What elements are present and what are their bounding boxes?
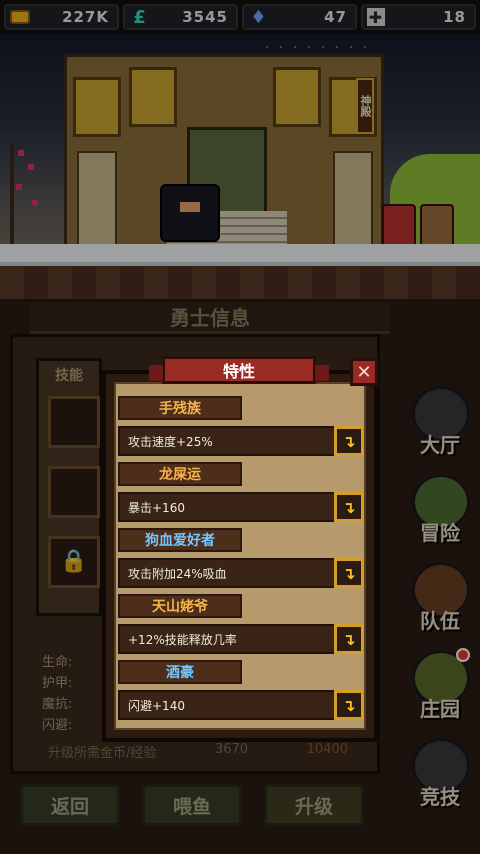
reroll-icon: ↴ xyxy=(342,695,356,715)
reroll-icon: ↴ xyxy=(342,563,356,583)
trait-item: 龙屎运 暴击+160 ↴ xyxy=(118,462,364,522)
trait-reroll-button[interactable]: ↴ xyxy=(334,492,364,522)
trait-item: 手残族 攻击速度+25% ↴ xyxy=(118,396,364,456)
trait-name: 龙屎运 xyxy=(118,462,242,486)
reroll-icon: ↴ xyxy=(342,629,356,649)
trait-name: 狗血爱好者 xyxy=(118,528,242,552)
trait-reroll-button[interactable]: ↴ xyxy=(334,426,364,456)
trait-name: 酒豪 xyxy=(118,660,242,684)
trait-row: 攻击速度+25% ↴ xyxy=(118,426,364,456)
trait-reroll-button[interactable]: ↴ xyxy=(334,690,364,720)
trait-name: 手残族 xyxy=(118,396,242,420)
reroll-icon: ↴ xyxy=(342,431,356,451)
trait-row: 暴击+160 ↴ xyxy=(118,492,364,522)
trait-row: +12%技能释放几率 ↴ xyxy=(118,624,364,654)
trait-desc: 攻击速度+25% xyxy=(118,426,336,456)
trait-desc: 暴击+160 xyxy=(118,492,336,522)
reroll-icon: ↴ xyxy=(342,497,356,517)
trait-desc: +12%技能释放几率 xyxy=(118,624,336,654)
trait-desc: 攻击附加24%吸血 xyxy=(118,558,336,588)
trait-item: 狗血爱好者 攻击附加24%吸血 ↴ xyxy=(118,528,364,588)
trait-row: 攻击附加24%吸血 ↴ xyxy=(118,558,364,588)
trait-reroll-button[interactable]: ↴ xyxy=(334,558,364,588)
trait-name: 天山姥爷 xyxy=(118,594,242,618)
close-icon: ✕ xyxy=(356,361,372,383)
close-button[interactable]: ✕ xyxy=(350,358,378,386)
trait-item: 天山姥爷 +12%技能释放几率 ↴ xyxy=(118,594,364,654)
trait-row: 闪避+140 ↴ xyxy=(118,690,364,720)
trait-reroll-button[interactable]: ↴ xyxy=(334,624,364,654)
trait-item: 酒豪 闪避+140 ↴ xyxy=(118,660,364,720)
traits-modal-title: 特性 xyxy=(149,356,329,384)
trait-desc: 闪避+140 xyxy=(118,690,336,720)
